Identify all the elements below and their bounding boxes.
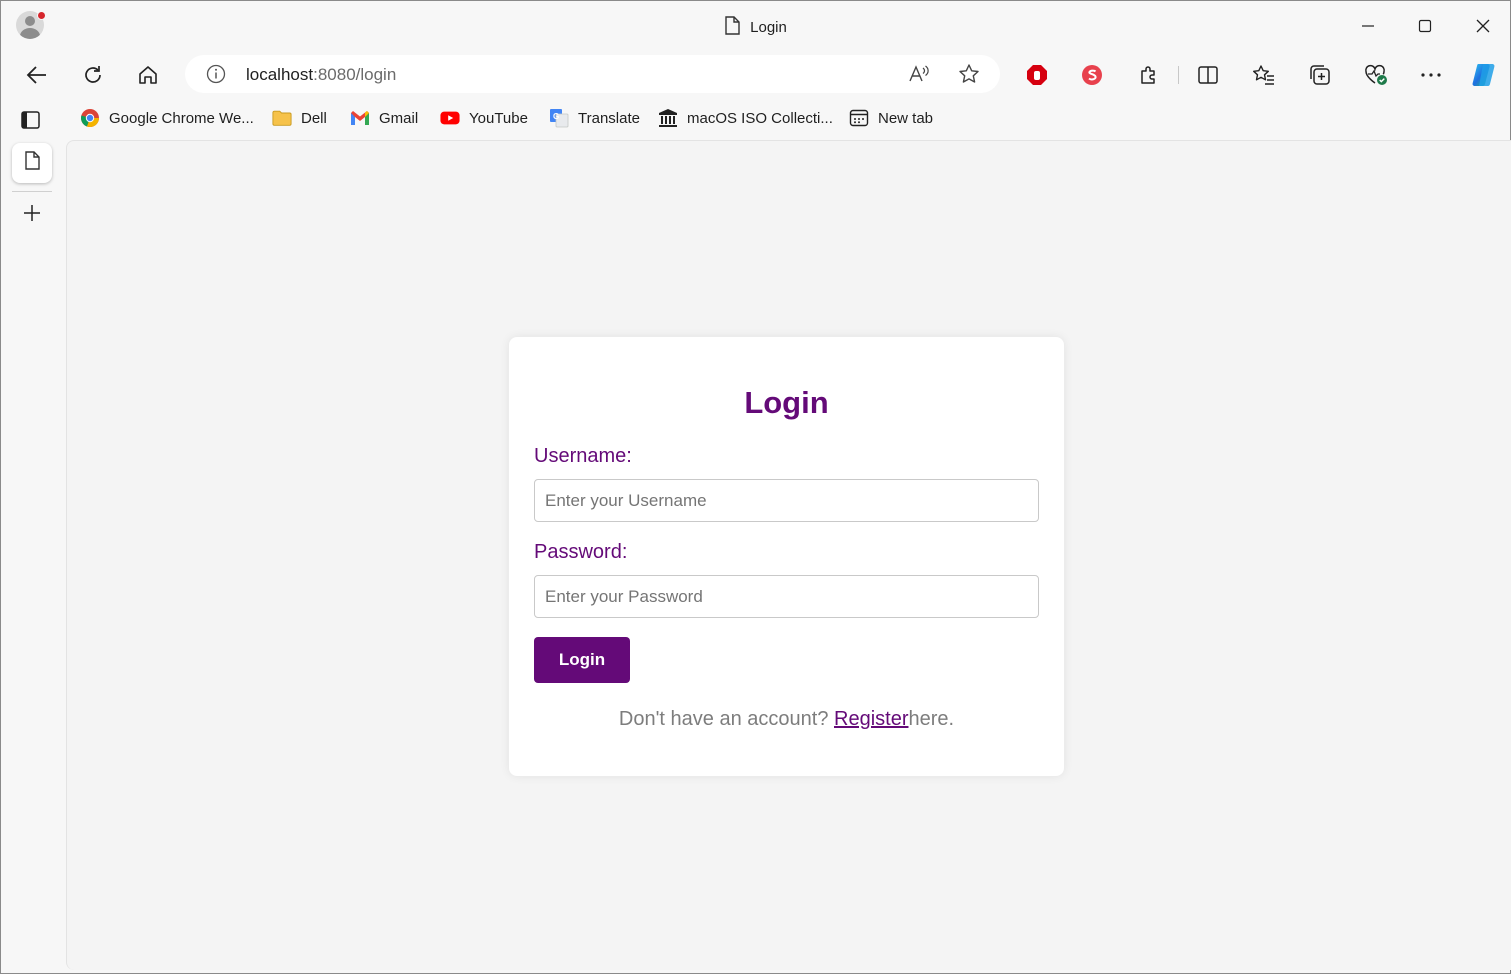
login-card: Login Username: Password: Login Don't ha… [509,337,1064,776]
register-link[interactable]: Register [834,708,908,730]
register-prompt-text: Don't have an account? [618,708,834,730]
toolbar-divider [1178,66,1179,84]
extensions-icon[interactable] [1132,59,1164,91]
back-button[interactable] [21,59,53,91]
new-tab-button[interactable] [16,199,48,231]
plus-icon [22,203,42,228]
login-title: Login [744,385,829,420]
register-prompt: Don't have an account? Registerhere. [509,708,1064,731]
bookmark-macos-iso[interactable]: macOS ISO Collecti... [658,107,833,129]
bookmarks-bar: Google Chrome We... Dell Gmail YouTube G… [1,97,1510,139]
chrome-icon [80,108,100,128]
browser-toolbar: localhost:8080/login [1,51,1510,97]
bookmark-label: macOS ISO Collecti... [687,109,833,127]
site-info-icon[interactable] [206,64,226,89]
bookmark-new-tab[interactable]: New tab [849,107,933,129]
vertical-tabs-sidebar [1,139,65,974]
bookmark-label: New tab [878,109,934,127]
address-bar[interactable]: localhost:8080/login [185,55,1000,93]
username-label: Username: [534,445,632,467]
more-options-icon[interactable] [1415,59,1447,91]
bookmark-label: Dell [301,109,327,127]
bookmark-gmail[interactable]: Gmail [350,107,418,129]
document-icon [24,151,40,175]
browser-essentials-icon[interactable] [1360,59,1392,91]
shield-extension-icon[interactable] [1076,59,1108,91]
window-title: Login [1,16,1510,39]
svg-text:G: G [553,112,559,121]
title-bar: Login [1,1,1510,51]
username-input[interactable] [534,479,1039,522]
password-input[interactable] [534,575,1039,618]
bookmark-translate[interactable]: G Translate [549,107,640,129]
youtube-icon [440,108,460,128]
minimize-button[interactable] [1353,11,1383,41]
collections-icon[interactable] [1304,59,1336,91]
home-button[interactable] [132,59,164,91]
url-host: localhost [246,65,314,84]
bookmark-google-chrome[interactable]: Google Chrome We... [80,107,254,129]
url-path: :8080/login [313,65,397,84]
refresh-button[interactable] [77,59,109,91]
maximize-button[interactable] [1410,11,1440,41]
page-viewport: Login Username: Password: Login Don't ha… [66,140,1511,970]
tab-login[interactable] [12,143,52,183]
document-icon [724,16,740,39]
archive-icon [658,108,678,128]
favorite-star-icon[interactable] [958,63,980,90]
bookmark-label: YouTube [469,109,528,127]
favorites-icon[interactable] [1248,59,1280,91]
password-label: Password: [534,541,628,563]
browser-window: Login localhost:8080/login Google Chrome… [0,0,1511,974]
register-prompt-suffix: here. [908,708,955,730]
translate-icon: G [549,108,569,128]
bookmark-label: Translate [578,109,640,127]
bookmark-dell[interactable]: Dell [272,107,327,129]
login-button[interactable]: Login [534,637,630,683]
bookmark-label: Gmail [379,109,419,127]
bookmark-label: Google Chrome We... [109,109,254,127]
read-aloud-icon[interactable] [908,64,930,89]
sidebar-divider [12,191,52,192]
gmail-icon [350,108,370,128]
split-screen-icon[interactable] [1192,59,1224,91]
folder-icon [272,108,292,128]
copilot-icon[interactable] [1468,59,1500,91]
close-window-button[interactable] [1468,11,1498,41]
url-text[interactable]: localhost:8080/login [246,65,396,85]
bookmark-youtube[interactable]: YouTube [440,107,528,129]
adblock-extension-icon[interactable] [1021,59,1053,91]
new-tab-icon [849,108,869,128]
tab-actions-icon[interactable] [20,110,42,135]
window-title-text: Login [750,19,787,36]
